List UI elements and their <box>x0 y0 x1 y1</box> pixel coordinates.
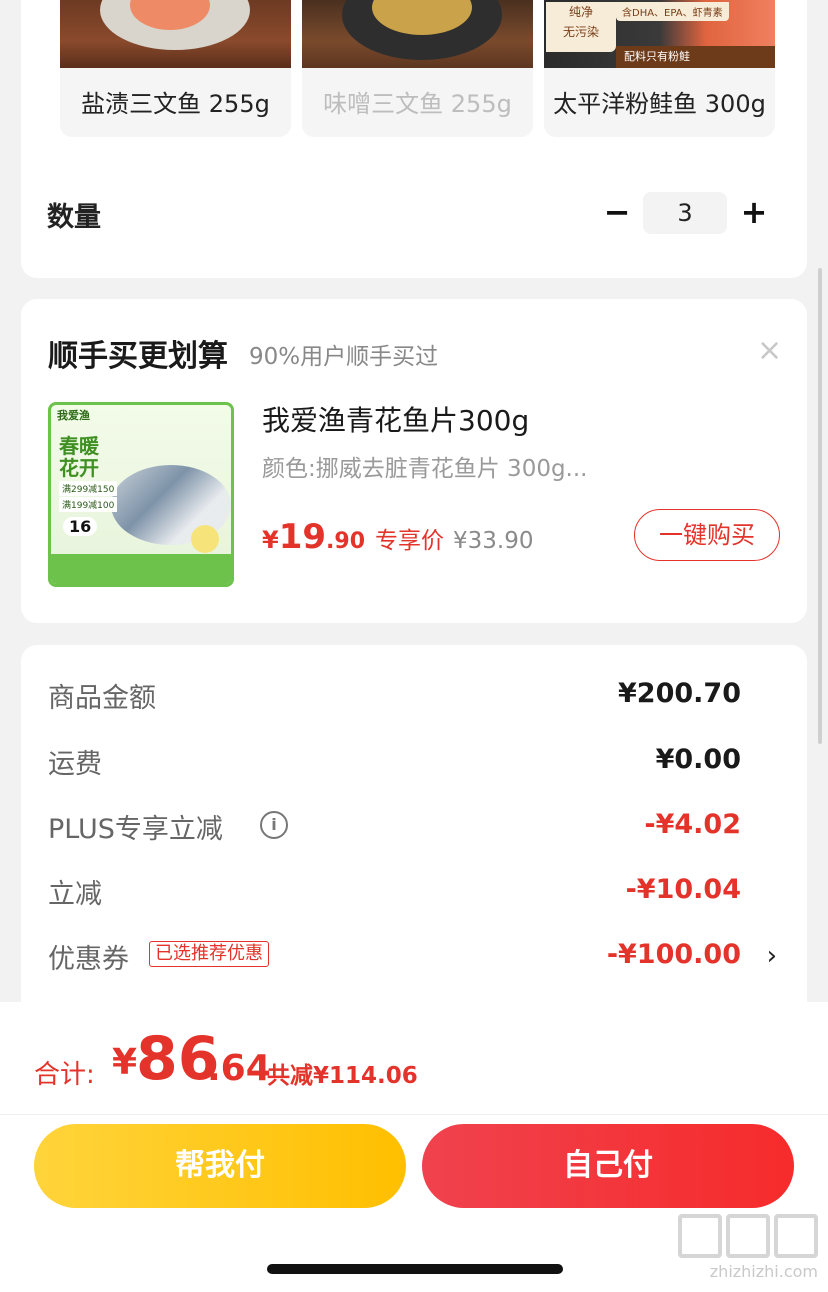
price-breakdown-card: 商品金额 ¥200.70 运费 ¥0.00 PLUS专享立减 i -¥4.02 … <box>21 645 807 1045</box>
subtotal-label: 商品金额 <box>48 683 156 714</box>
thumb-deal: 满299减150 <box>59 481 118 496</box>
total-saved: 共减¥114.06 <box>267 1063 418 1089</box>
total-currency: ¥ <box>112 1042 138 1083</box>
total-decimal: .64 <box>207 1048 271 1089</box>
shipping-label: 运费 <box>48 749 102 780</box>
price-tag: 专享价 <box>375 528 445 554</box>
price-decimal: .90 <box>326 529 366 554</box>
upsell-title: 顺手买更划算 <box>48 339 228 374</box>
close-icon[interactable]: × <box>757 336 782 366</box>
upsell-product-name[interactable]: 我爱渔青花鱼片300g <box>262 399 529 439</box>
chevron-right-icon[interactable]: › <box>767 941 777 971</box>
quantity-input[interactable]: 3 <box>643 192 727 234</box>
pay-myself-button[interactable]: 自己付 <box>422 1124 794 1208</box>
coupon-label: 优惠券 <box>48 944 129 975</box>
thumb-price: 16 <box>63 517 98 536</box>
variant-option-pink-salmon[interactable]: 纯净 无污染 含DHA、EPA、虾青素 配料只有粉鲑 太平洋粉鲑鱼 300g <box>544 0 775 137</box>
watermark-logo-icon <box>678 1214 818 1258</box>
scrollbar[interactable] <box>818 268 822 744</box>
upsell-product-image[interactable]: 我爱渔 春暖 花开 满299减150 满199减100 16 <box>48 402 234 587</box>
one-click-buy-button[interactable]: 一键购买 <box>634 509 780 561</box>
total-label: 合计: <box>34 1060 95 1090</box>
coupon-value[interactable]: -¥100.00 <box>607 939 741 970</box>
upsell-product-spec: 颜色:挪威去脏青花鱼片 300g... <box>262 456 588 482</box>
original-price: ¥33.90 <box>453 528 534 554</box>
home-indicator[interactable] <box>267 1264 563 1274</box>
thumb-strip <box>51 554 231 584</box>
variant-option-salted-salmon[interactable]: 盐渍三文鱼 255g <box>60 0 291 137</box>
subtotal-value: ¥200.70 <box>618 678 741 709</box>
instant-discount-value: -¥10.04 <box>625 874 741 905</box>
nutrition-badge: 含DHA、EPA、虾青素 <box>616 2 729 21</box>
quantity-plus-button[interactable]: + <box>739 193 769 233</box>
thumb-deal: 满199减100 <box>59 497 118 512</box>
variant-option-miso-salmon[interactable]: 味噌三文鱼 255g <box>302 0 533 137</box>
ingredient-strip: 配料只有粉鲑 <box>616 46 775 68</box>
variant-card: 盐渍三文鱼 255g 味噌三文鱼 255g 纯净 无污染 含DHA、EPA、虾青… <box>21 0 807 278</box>
help-me-pay-button[interactable]: 帮我付 <box>34 1124 406 1208</box>
upsell-price: ¥19.90 专享价 <box>262 517 444 557</box>
thumb-brand: 我爱渔 <box>57 409 90 422</box>
price-currency: ¥ <box>262 526 279 554</box>
pure-badge: 纯净 无污染 <box>546 2 616 52</box>
variant-label: 盐渍三文鱼 255g <box>81 90 270 118</box>
divider <box>0 1114 828 1115</box>
plus-discount-value: -¥4.02 <box>644 809 741 840</box>
info-icon[interactable]: i <box>260 811 288 839</box>
price-integer: 19 <box>278 517 327 557</box>
shipping-value: ¥0.00 <box>655 744 741 775</box>
variant-label: 太平洋粉鲑鱼 300g <box>553 90 766 118</box>
checkout-footer: 合计: ¥ 86 .64 共减¥114.06 帮我付 自己付 zhizhizhi… <box>0 1002 828 1292</box>
instant-discount-label: 立减 <box>48 879 102 910</box>
watermark-text: zhizhizhi.com <box>709 1262 818 1281</box>
quantity-minus-button[interactable]: − <box>602 193 632 233</box>
variant-thumbnail <box>60 0 291 68</box>
variant-label: 味噌三文鱼 255g <box>323 90 512 118</box>
upsell-card: 顺手买更划算 90%用户顺手买过 × 我爱渔 春暖 花开 满299减150 满1… <box>21 299 807 623</box>
coupon-tag: 已选推荐优惠 <box>149 941 269 967</box>
variant-thumbnail <box>302 0 533 68</box>
lemon-image <box>191 525 219 553</box>
plus-discount-label: PLUS专享立减 <box>48 814 223 845</box>
thumb-headline: 春暖 花开 <box>59 434 99 480</box>
upsell-subtitle: 90%用户顺手买过 <box>249 344 439 370</box>
variant-thumbnail: 纯净 无污染 含DHA、EPA、虾青素 配料只有粉鲑 <box>544 0 775 68</box>
quantity-label: 数量 <box>47 202 101 233</box>
